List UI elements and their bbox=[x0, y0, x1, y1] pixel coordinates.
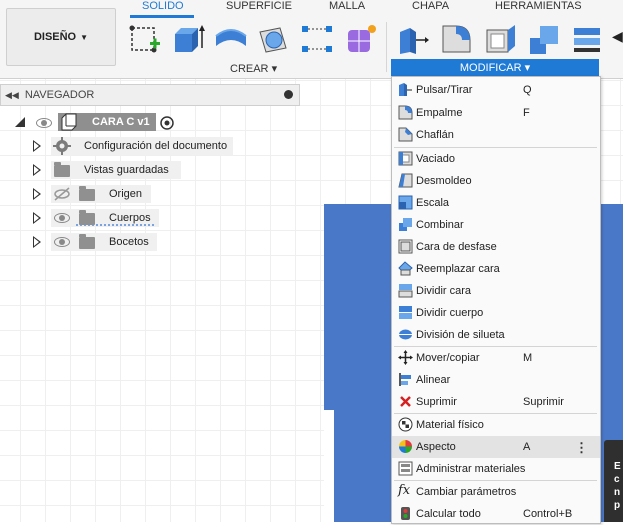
press-pull-icon bbox=[399, 83, 412, 96]
menu-item-offset-face[interactable]: Cara de desfase bbox=[392, 236, 600, 258]
nav-item-label: Vistas guardadas bbox=[84, 164, 169, 176]
eye-icon[interactable] bbox=[54, 213, 70, 223]
menu-item-scale[interactable]: Escala bbox=[392, 192, 600, 214]
caret-down-icon: ▼ bbox=[80, 32, 89, 42]
navigator-title: NAVEGADOR bbox=[24, 89, 95, 101]
tab-mesh[interactable]: MALLA bbox=[329, 0, 365, 12]
shell-toolbar-icon[interactable] bbox=[484, 22, 518, 56]
active-tab-indicator bbox=[130, 15, 194, 18]
tooltip-text: E c n p bbox=[614, 461, 621, 511]
shell-icon bbox=[398, 151, 413, 166]
activate-radio-icon[interactable] bbox=[159, 115, 175, 131]
split-face-icon bbox=[398, 284, 413, 298]
loft-icon[interactable] bbox=[300, 22, 334, 56]
silhouette-split-icon bbox=[399, 329, 412, 340]
extrude-icon[interactable] bbox=[172, 22, 206, 56]
toolbar-separator bbox=[386, 22, 387, 72]
menu-item-shell[interactable]: Vaciado bbox=[392, 148, 600, 170]
menu-item-draft[interactable]: Desmoldeo bbox=[392, 170, 600, 192]
fillet-icon bbox=[398, 105, 413, 120]
scroll-left-icon[interactable]: ◀ bbox=[612, 28, 623, 45]
more-options-icon[interactable]: ⋮ bbox=[575, 440, 588, 456]
menu-item-press-pull[interactable]: Pulsar/Tirar Q bbox=[392, 79, 600, 101]
delete-icon bbox=[400, 396, 411, 407]
modify-menu-button[interactable]: MODIFICAR ▾ bbox=[391, 59, 599, 76]
move-icon bbox=[398, 350, 413, 365]
split-body-icon bbox=[399, 306, 412, 319]
menu-item-fillet[interactable]: Empalme F bbox=[392, 102, 600, 124]
nav-item-label: Origen bbox=[109, 188, 143, 200]
create-sketch-icon[interactable] bbox=[128, 22, 162, 56]
chamfer-icon bbox=[398, 127, 413, 142]
eye-hidden-icon[interactable] bbox=[53, 187, 71, 201]
combine-toolbar-icon[interactable] bbox=[528, 22, 562, 56]
folder-icon bbox=[79, 234, 95, 249]
nav-item-label: Bocetos bbox=[109, 236, 149, 248]
revolve-icon[interactable] bbox=[214, 22, 248, 56]
press-pull-toolbar-icon[interactable] bbox=[396, 22, 430, 56]
compute-all-icon bbox=[401, 507, 410, 520]
parameters-icon: fx bbox=[398, 483, 411, 498]
offset-face-icon bbox=[398, 239, 413, 254]
expand-triangle-icon[interactable] bbox=[33, 212, 41, 224]
nav-item-label: Configuración del documento bbox=[84, 140, 228, 152]
tooltip-popup: E c n p bbox=[604, 440, 623, 522]
sweep-icon[interactable] bbox=[256, 22, 290, 56]
workspace-label: DISEÑO bbox=[33, 31, 77, 43]
expand-triangle-icon[interactable] bbox=[33, 140, 41, 152]
model-body-notch bbox=[324, 410, 334, 522]
menu-item-delete[interactable]: Suprimir Suprimir bbox=[392, 391, 600, 413]
create-menu-button[interactable]: CREAR ▾ bbox=[230, 62, 277, 75]
menu-item-combine[interactable]: Combinar bbox=[392, 214, 600, 236]
expand-triangle-icon[interactable] bbox=[33, 164, 41, 176]
menu-item-chamfer[interactable]: Chaflán bbox=[392, 124, 600, 146]
eye-icon[interactable] bbox=[36, 118, 52, 128]
physical-material-icon bbox=[398, 417, 413, 432]
menu-item-replace-face[interactable]: Reemplazar cara bbox=[392, 258, 600, 280]
appearance-icon bbox=[399, 440, 412, 453]
minimize-navigator-icon[interactable] bbox=[284, 90, 293, 99]
expand-triangle-icon[interactable] bbox=[33, 188, 41, 200]
tab-sheet-metal[interactable]: CHAPA bbox=[412, 0, 449, 12]
tab-solid[interactable]: SOLIDO bbox=[142, 0, 184, 12]
manage-materials-icon bbox=[398, 461, 413, 476]
combine-icon bbox=[399, 218, 412, 231]
folder-icon bbox=[79, 186, 95, 201]
toolbar: DISEÑO ▼ SOLIDO SUPERFICIE MALLA CHAPA H… bbox=[0, 0, 623, 79]
expand-triangle-icon[interactable] bbox=[15, 117, 25, 127]
align-icon bbox=[399, 373, 411, 386]
component-icon bbox=[61, 113, 77, 131]
navigator-header[interactable]: ◀◀ NAVEGADOR bbox=[0, 84, 300, 106]
gear-icon bbox=[53, 137, 71, 155]
expand-triangle-icon[interactable] bbox=[33, 236, 41, 248]
collapse-panel-icon[interactable]: ◀◀ bbox=[5, 90, 19, 101]
eye-icon[interactable] bbox=[54, 237, 70, 247]
workspace-switcher-button[interactable]: DISEÑO ▼ bbox=[6, 8, 116, 66]
menu-item-change-parameters[interactable]: fx Cambiar parámetros bbox=[392, 481, 600, 503]
menu-item-split-body[interactable]: Dividir cuerpo bbox=[392, 302, 600, 324]
fillet-toolbar-icon[interactable] bbox=[440, 22, 474, 56]
menu-item-silhouette-split[interactable]: División de silueta bbox=[392, 324, 600, 346]
menu-item-split-face[interactable]: Dividir cara bbox=[392, 280, 600, 302]
menu-item-physical-material[interactable]: Material físico bbox=[392, 414, 600, 436]
menu-item-appearance[interactable]: Aspecto A ⋮ bbox=[392, 436, 600, 458]
draft-icon bbox=[398, 173, 413, 188]
nav-item-label: Cuerpos bbox=[109, 212, 151, 224]
modify-dropdown-menu: Pulsar/Tirar Q Empalme F Chaflán Vaciado D… bbox=[391, 76, 601, 524]
scale-icon bbox=[398, 195, 413, 210]
menu-item-manage-materials[interactable]: Administrar materiales bbox=[392, 458, 600, 480]
component-root-label: CARA C v1 bbox=[92, 116, 150, 128]
form-icon[interactable] bbox=[344, 22, 378, 56]
folder-icon bbox=[79, 210, 95, 225]
folder-icon bbox=[54, 162, 70, 177]
tab-tools[interactable]: HERRAMIENTAS bbox=[495, 0, 582, 12]
menu-item-align[interactable]: Alinear bbox=[392, 369, 600, 391]
replace-face-icon bbox=[398, 261, 413, 276]
tab-surface[interactable]: SUPERFICIE bbox=[226, 0, 292, 12]
menu-item-move-copy[interactable]: Mover/copiar M bbox=[392, 347, 600, 369]
align-toolbar-icon[interactable] bbox=[572, 22, 606, 56]
